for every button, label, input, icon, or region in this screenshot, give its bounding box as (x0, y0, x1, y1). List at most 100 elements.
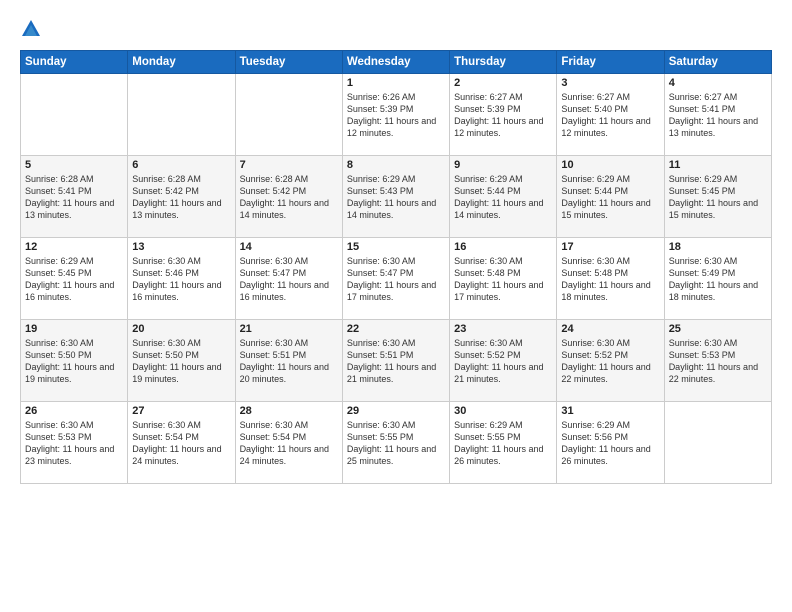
day-number: 4 (669, 77, 767, 89)
day-number: 11 (669, 159, 767, 171)
calendar-week-row: 26 Sunrise: 6:30 AM Sunset: 5:53 PM Dayli… (21, 402, 772, 484)
day-number: 19 (25, 323, 123, 335)
day-content: Sunrise: 6:30 AM Sunset: 5:54 PM Dayligh… (240, 419, 338, 468)
day-number: 9 (454, 159, 552, 171)
day-number: 7 (240, 159, 338, 171)
calendar-cell: 23Sunrise: 6:30 AM Sunset: 5:52 PM Dayli… (450, 320, 557, 402)
day-content: Sunrise: 6:30 AM Sunset: 5:48 PM Dayligh… (561, 255, 659, 304)
day-header-thursday: Thursday (450, 51, 557, 74)
day-content: Sunrise: 6:30 AM Sunset: 5:47 PM Dayligh… (347, 255, 445, 304)
calendar-cell: 10 Sunrise: 6:29 AM Sunset: 5:44 PM Dayli… (557, 156, 664, 238)
calendar-cell: 3Sunrise: 6:27 AM Sunset: 5:40 PM Daylig… (557, 74, 664, 156)
calendar-cell: 22Sunrise: 6:30 AM Sunset: 5:51 PM Dayli… (342, 320, 449, 402)
day-header-wednesday: Wednesday (342, 51, 449, 74)
day-number: 12 (25, 241, 123, 253)
calendar-cell: 30 Sunrise: 6:29 AM Sunset: 5:55 PM Dayli… (450, 402, 557, 484)
day-content: Sunrise: 6:30 AM Sunset: 5:51 PM Dayligh… (240, 337, 338, 386)
day-content: Sunrise: 6:29 AM Sunset: 5:45 PM Dayligh… (669, 173, 767, 222)
day-number: 10 (561, 159, 659, 171)
day-number: 27 (132, 405, 230, 417)
day-number: 23 (454, 323, 552, 335)
day-number: 21 (240, 323, 338, 335)
calendar-cell: 1 Sunrise: 6:26 AM Sunset: 5:39 PM Daylig… (342, 74, 449, 156)
day-content: Sunrise: 6:29 AM Sunset: 5:45 PM Dayligh… (25, 255, 123, 304)
day-number: 20 (132, 323, 230, 335)
calendar-cell (235, 74, 342, 156)
day-content: Sunrise: 6:30 AM Sunset: 5:54 PM Dayligh… (132, 419, 230, 468)
calendar-cell: 5 Sunrise: 6:28 AM Sunset: 5:41 PM Daylig… (21, 156, 128, 238)
day-content: Sunrise: 6:30 AM Sunset: 5:46 PM Dayligh… (132, 255, 230, 304)
day-number: 25 (669, 323, 767, 335)
calendar-cell: 17 Sunrise: 6:30 AM Sunset: 5:48 PM Dayli… (557, 238, 664, 320)
calendar-cell: 18 Sunrise: 6:30 AM Sunset: 5:49 PM Dayli… (664, 238, 771, 320)
day-content: Sunrise: 6:30 AM Sunset: 5:52 PM Dayligh… (561, 337, 659, 386)
calendar-page: SundayMondayTuesdayWednesdayThursdayFrid… (0, 0, 792, 612)
day-content: Sunrise: 6:29 AM Sunset: 5:55 PM Dayligh… (454, 419, 552, 468)
calendar-cell: 6 Sunrise: 6:28 AM Sunset: 5:42 PM Daylig… (128, 156, 235, 238)
logo-icon (20, 18, 42, 40)
calendar-cell (128, 74, 235, 156)
calendar-cell: 25 Sunrise: 6:30 AM Sunset: 5:53 PM Dayli… (664, 320, 771, 402)
day-number: 24 (561, 323, 659, 335)
day-number: 29 (347, 405, 445, 417)
day-header-saturday: Saturday (664, 51, 771, 74)
calendar-cell: 24 Sunrise: 6:30 AM Sunset: 5:52 PM Dayli… (557, 320, 664, 402)
day-number: 15 (347, 241, 445, 253)
day-number: 22 (347, 323, 445, 335)
day-content: Sunrise: 6:30 AM Sunset: 5:48 PM Dayligh… (454, 255, 552, 304)
day-content: Sunrise: 6:29 AM Sunset: 5:44 PM Dayligh… (561, 173, 659, 222)
day-content: Sunrise: 6:29 AM Sunset: 5:43 PM Dayligh… (347, 173, 445, 222)
calendar-week-row: 19Sunrise: 6:30 AM Sunset: 5:50 PM Dayli… (21, 320, 772, 402)
day-content: Sunrise: 6:30 AM Sunset: 5:47 PM Dayligh… (240, 255, 338, 304)
calendar-cell: 19Sunrise: 6:30 AM Sunset: 5:50 PM Dayli… (21, 320, 128, 402)
day-content: Sunrise: 6:29 AM Sunset: 5:44 PM Dayligh… (454, 173, 552, 222)
day-number: 16 (454, 241, 552, 253)
day-header-sunday: Sunday (21, 51, 128, 74)
day-number: 2 (454, 77, 552, 89)
calendar-week-row: 12 Sunrise: 6:29 AM Sunset: 5:45 PM Dayli… (21, 238, 772, 320)
day-number: 6 (132, 159, 230, 171)
calendar-cell: 28 Sunrise: 6:30 AM Sunset: 5:54 PM Dayli… (235, 402, 342, 484)
day-number: 30 (454, 405, 552, 417)
calendar-cell: 8 Sunrise: 6:29 AM Sunset: 5:43 PM Daylig… (342, 156, 449, 238)
day-content: Sunrise: 6:30 AM Sunset: 5:53 PM Dayligh… (25, 419, 123, 468)
day-number: 17 (561, 241, 659, 253)
calendar-cell: 14 Sunrise: 6:30 AM Sunset: 5:47 PM Dayli… (235, 238, 342, 320)
day-content: Sunrise: 6:27 AM Sunset: 5:39 PM Dayligh… (454, 91, 552, 140)
day-content: Sunrise: 6:27 AM Sunset: 5:41 PM Dayligh… (669, 91, 767, 140)
calendar-cell: 26 Sunrise: 6:30 AM Sunset: 5:53 PM Dayli… (21, 402, 128, 484)
day-content: Sunrise: 6:28 AM Sunset: 5:41 PM Dayligh… (25, 173, 123, 222)
day-number: 5 (25, 159, 123, 171)
day-header-friday: Friday (557, 51, 664, 74)
calendar-cell: 4 Sunrise: 6:27 AM Sunset: 5:41 PM Daylig… (664, 74, 771, 156)
page-header (20, 18, 772, 40)
calendar-cell: 20Sunrise: 6:30 AM Sunset: 5:50 PM Dayli… (128, 320, 235, 402)
day-number: 14 (240, 241, 338, 253)
calendar-week-row: 1 Sunrise: 6:26 AM Sunset: 5:39 PM Daylig… (21, 74, 772, 156)
day-number: 8 (347, 159, 445, 171)
day-content: Sunrise: 6:26 AM Sunset: 5:39 PM Dayligh… (347, 91, 445, 140)
calendar-header-row: SundayMondayTuesdayWednesdayThursdayFrid… (21, 51, 772, 74)
calendar-cell: 7 Sunrise: 6:28 AM Sunset: 5:42 PM Daylig… (235, 156, 342, 238)
calendar-cell: 2 Sunrise: 6:27 AM Sunset: 5:39 PM Daylig… (450, 74, 557, 156)
day-number: 18 (669, 241, 767, 253)
day-number: 13 (132, 241, 230, 253)
calendar-cell: 13 Sunrise: 6:30 AM Sunset: 5:46 PM Dayli… (128, 238, 235, 320)
day-content: Sunrise: 6:30 AM Sunset: 5:49 PM Dayligh… (669, 255, 767, 304)
day-number: 26 (25, 405, 123, 417)
day-content: Sunrise: 6:29 AM Sunset: 5:56 PM Dayligh… (561, 419, 659, 468)
day-number: 3 (561, 77, 659, 89)
day-content: Sunrise: 6:28 AM Sunset: 5:42 PM Dayligh… (240, 173, 338, 222)
calendar-cell (21, 74, 128, 156)
calendar-cell (664, 402, 771, 484)
calendar-week-row: 5 Sunrise: 6:28 AM Sunset: 5:41 PM Daylig… (21, 156, 772, 238)
day-content: Sunrise: 6:28 AM Sunset: 5:42 PM Dayligh… (132, 173, 230, 222)
calendar-cell: 21 Sunrise: 6:30 AM Sunset: 5:51 PM Dayli… (235, 320, 342, 402)
calendar-cell: 9 Sunrise: 6:29 AM Sunset: 5:44 PM Daylig… (450, 156, 557, 238)
day-content: Sunrise: 6:30 AM Sunset: 5:53 PM Dayligh… (669, 337, 767, 386)
day-header-tuesday: Tuesday (235, 51, 342, 74)
calendar-cell: 16 Sunrise: 6:30 AM Sunset: 5:48 PM Dayli… (450, 238, 557, 320)
day-number: 1 (347, 77, 445, 89)
day-number: 28 (240, 405, 338, 417)
calendar-cell: 31Sunrise: 6:29 AM Sunset: 5:56 PM Dayli… (557, 402, 664, 484)
